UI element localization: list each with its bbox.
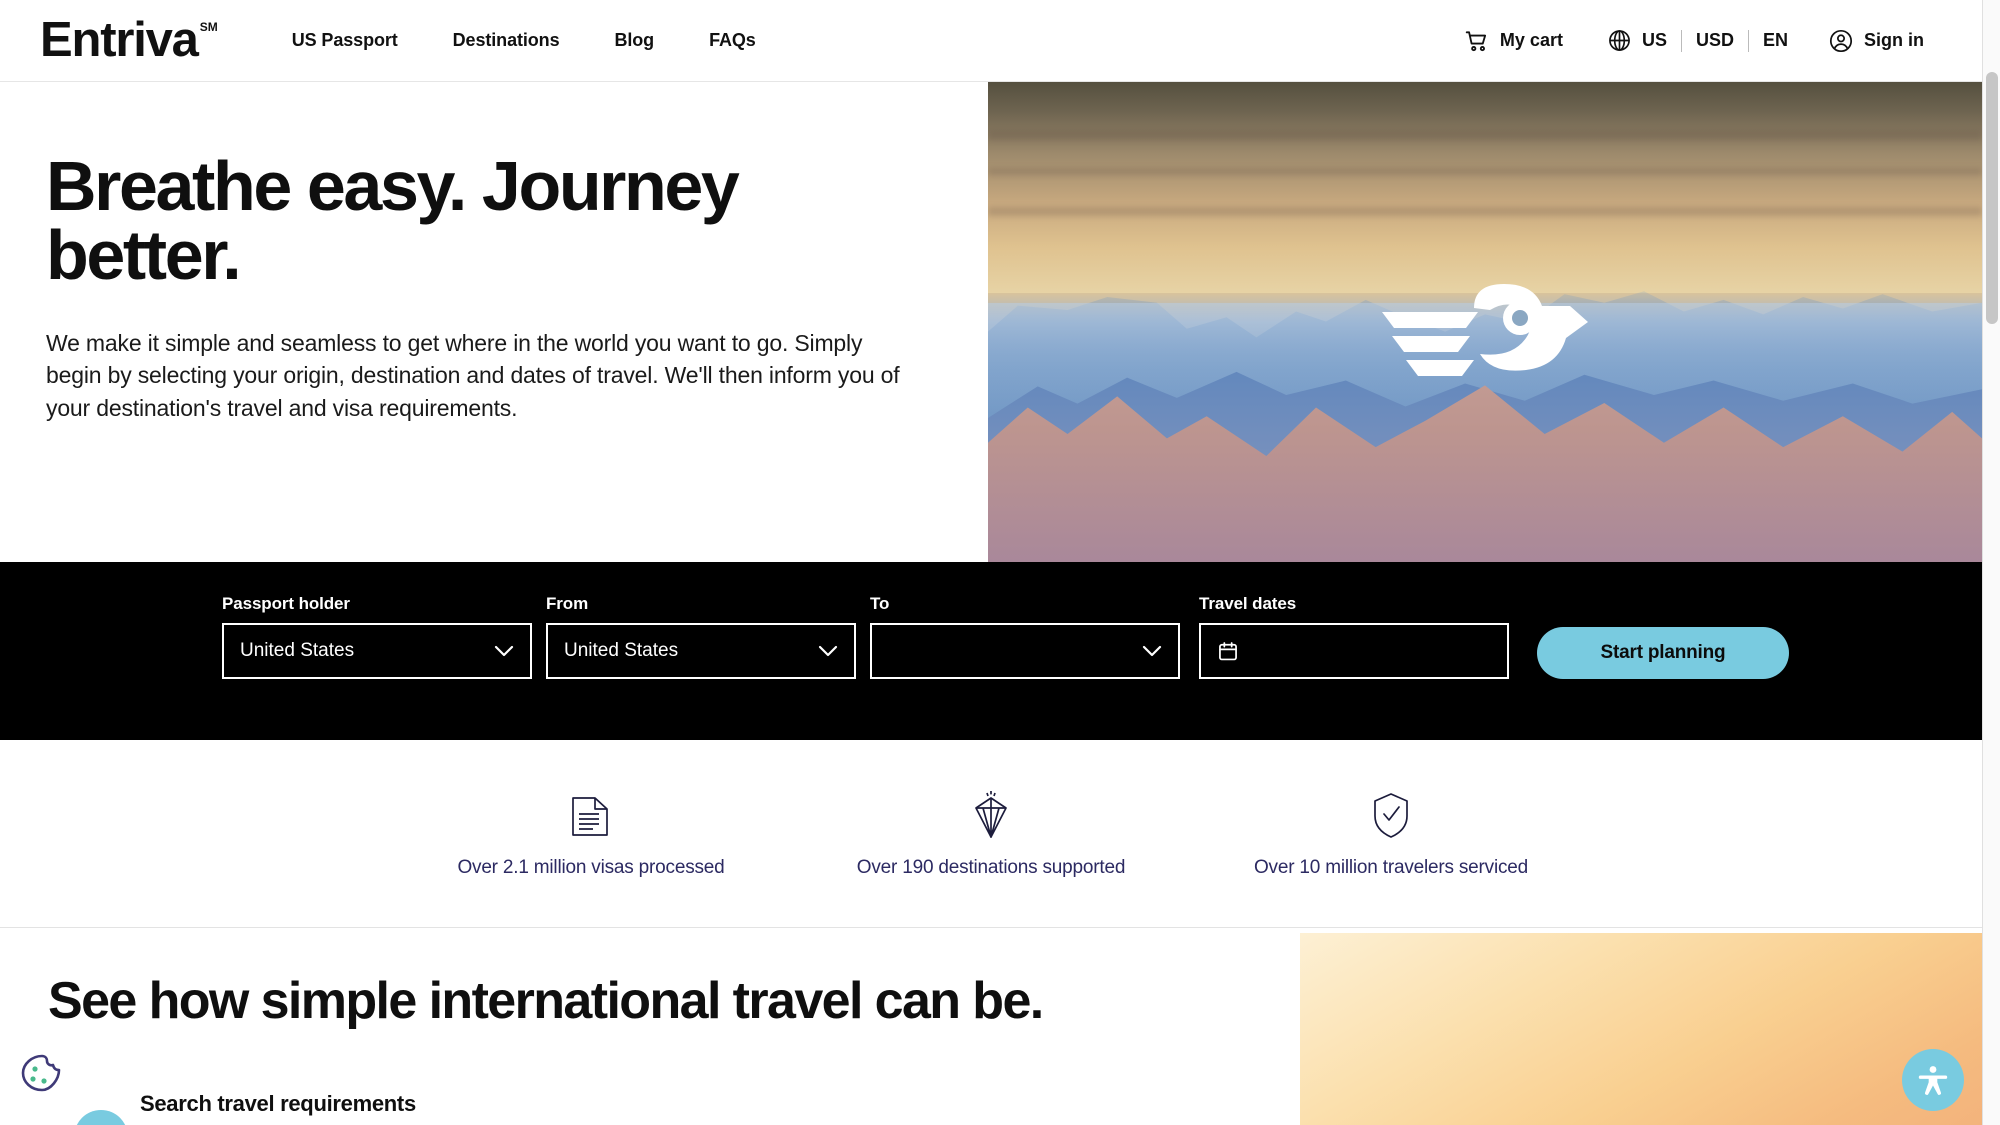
start-planning-button[interactable]: Start planning	[1537, 627, 1789, 679]
chevron-down-icon	[494, 645, 514, 657]
stat-label: Over 2.1 million visas processed	[457, 856, 725, 878]
how-it-works-section: See how simple international travel can …	[0, 929, 1982, 1125]
header-utility-bar: My cart US USD EN Sign in	[1464, 28, 1924, 54]
to-select[interactable]	[870, 623, 1180, 679]
chevron-down-icon	[1142, 645, 1162, 657]
chevron-down-icon	[818, 645, 838, 657]
stat-travelers-serviced: Over 10 million travelers serviced	[1191, 789, 1591, 879]
locale-language[interactable]: EN	[1763, 30, 1788, 51]
sign-in-label: Sign in	[1864, 30, 1924, 50]
stat-destinations-supported: Over 190 destinations supported	[791, 789, 1191, 879]
cart-button[interactable]: My cart	[1464, 28, 1563, 54]
shopping-cart-icon	[1465, 30, 1486, 51]
hero-cloud-1	[988, 130, 1982, 140]
passport-holder-select[interactable]: United States	[222, 623, 532, 679]
diamond-icon	[975, 790, 1007, 838]
field-to: To	[870, 594, 1180, 679]
accessibility-person-icon	[1918, 1066, 1948, 1095]
hero-cloud-3	[988, 206, 1982, 216]
user-circle-icon	[1829, 29, 1853, 52]
hero-copy: Breathe easy. Journey better. We make it…	[0, 82, 988, 562]
locale-selector[interactable]: US	[1607, 28, 1667, 53]
page-scrollbar[interactable]	[1982, 0, 2000, 1125]
step-title-search-travel-requirements: Search travel requirements	[140, 1091, 416, 1116]
stat-icon-wrap	[391, 789, 791, 841]
hero-sky	[988, 82, 1982, 294]
sign-in-button[interactable]: Sign in	[1828, 28, 1924, 54]
stats-strip: Over 2.1 million visas processed Over 19…	[0, 740, 1982, 928]
calendar-icon	[1219, 642, 1237, 661]
brand-logo[interactable]: Entriva SM	[40, 16, 218, 65]
hero-section: Breathe easy. Journey better. We make it…	[0, 82, 1982, 562]
section-title: See how simple international travel can …	[48, 972, 1044, 1030]
nav-item-blog[interactable]: Blog	[614, 30, 654, 51]
cart-label: My cart	[1499, 30, 1563, 50]
scrollbar-thumb[interactable]	[1986, 72, 1998, 324]
nav-item-us-passport[interactable]: US Passport	[292, 30, 398, 51]
how-it-works-illustration-panel	[1300, 933, 1982, 1125]
passport-holder-label: Passport holder	[222, 594, 350, 613]
travel-dates-label: Travel dates	[1199, 594, 1297, 613]
accessibility-widget-button[interactable]	[1902, 1049, 1964, 1111]
locale-currency[interactable]: USD	[1696, 30, 1734, 51]
main-navigation: US Passport Destinations Blog FAQs	[292, 30, 756, 51]
hero-cloud-2	[988, 168, 1982, 176]
logo-servicemark: SM	[199, 20, 218, 34]
field-travel-dates: Travel dates	[1199, 594, 1509, 679]
stat-icon-wrap	[791, 789, 1191, 841]
logo-text: Entriva	[40, 13, 199, 67]
passport-holder-value: United States	[240, 640, 355, 661]
to-label: To	[870, 594, 890, 613]
entriva-bird-mark-icon	[1382, 283, 1588, 376]
hero-image	[988, 82, 1982, 562]
locale-divider-2	[1747, 29, 1749, 52]
from-label: From	[546, 594, 589, 613]
stat-label: Over 10 million travelers serviced	[1253, 856, 1529, 878]
document-icon	[572, 796, 608, 836]
globe-icon	[1609, 30, 1630, 51]
search-fields-row: Passport holder United States From Unite…	[222, 594, 1789, 679]
hero-subtitle: We make it simple and seamless to get wh…	[46, 330, 900, 421]
nav-item-destinations[interactable]: Destinations	[453, 30, 560, 51]
travel-dates-input[interactable]	[1199, 623, 1509, 679]
locale-divider-1	[1680, 29, 1682, 52]
page-root: Entriva SM US Passport Destinations Blog…	[0, 0, 2000, 1125]
locale-country: US	[1641, 30, 1667, 50]
stat-visas-processed: Over 2.1 million visas processed	[391, 789, 791, 879]
from-select[interactable]: United States	[546, 623, 856, 679]
travel-search-bar: Passport holder United States From Unite…	[0, 562, 1982, 740]
field-from: From United States	[546, 594, 856, 679]
site-header: Entriva SM US Passport Destinations Blog…	[0, 0, 1982, 82]
page-title: Breathe easy. Journey better.	[46, 147, 740, 294]
from-value: United States	[564, 640, 679, 661]
stat-label: Over 190 destinations supported	[856, 856, 1126, 878]
shield-check-icon	[1374, 792, 1408, 838]
stat-icon-wrap	[1191, 789, 1591, 841]
field-passport-holder: Passport holder United States	[222, 594, 532, 679]
nav-item-faqs[interactable]: FAQs	[709, 30, 756, 51]
cookie-icon	[21, 1054, 61, 1092]
cookie-preferences-button[interactable]	[14, 1048, 70, 1104]
